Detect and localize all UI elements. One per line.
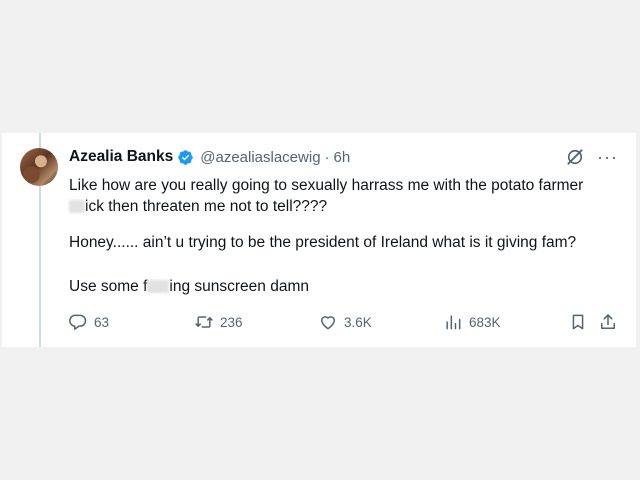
tweet-paragraph-1: Like how are you really going to sexuall… bbox=[69, 175, 583, 217]
avatar[interactable] bbox=[20, 148, 58, 186]
paragraph-3-start: Use some f bbox=[69, 278, 148, 295]
tweet-header: Azealia Banks @azealiaslacewig · 6h bbox=[69, 147, 350, 167]
bookmark-icon bbox=[572, 314, 584, 330]
share-button[interactable] bbox=[598, 312, 618, 332]
reply-icon bbox=[69, 314, 87, 330]
paragraph-1-line-2-text: ick then threaten me not to tell???? bbox=[85, 198, 328, 215]
share-icon bbox=[601, 314, 615, 329]
retweet-button[interactable]: 236 bbox=[194, 312, 243, 332]
views-icon bbox=[446, 315, 461, 330]
views-count: 683K bbox=[469, 314, 501, 330]
paragraph-1-line-1: Like how are you really going to sexuall… bbox=[69, 177, 584, 194]
tweet-paragraph-3: Use some f ing sunscreen damn bbox=[69, 276, 309, 297]
like-button[interactable]: 3.6K bbox=[318, 312, 372, 332]
retweet-icon bbox=[195, 316, 213, 328]
views-button[interactable]: 683K bbox=[443, 312, 501, 332]
user-handle[interactable]: @azealiaslacewig bbox=[200, 149, 320, 166]
grok-icon[interactable] bbox=[565, 147, 585, 167]
paragraph-1-line-2: ick then threaten me not to tell???? bbox=[69, 196, 583, 217]
verified-badge-icon bbox=[178, 149, 194, 165]
timestamp[interactable]: 6h bbox=[334, 149, 351, 166]
like-count: 3.6K bbox=[344, 314, 372, 330]
reply-button[interactable]: 63 bbox=[68, 312, 178, 332]
display-name[interactable]: Azealia Banks bbox=[69, 148, 173, 166]
paragraph-3-end: ing sunscreen damn bbox=[169, 278, 309, 295]
separator-dot: · bbox=[324, 148, 330, 166]
action-bar: 63 236 3.6K 683K bbox=[68, 311, 620, 333]
more-icon[interactable]: ··· bbox=[597, 148, 618, 166]
retweet-count: 236 bbox=[220, 314, 243, 330]
tweet-card[interactable]: Azealia Banks @azealiaslacewig · 6h ··· … bbox=[2, 133, 636, 347]
censor-blur bbox=[69, 200, 85, 214]
bookmark-button[interactable] bbox=[568, 312, 588, 332]
like-icon bbox=[321, 316, 335, 330]
tweet-paragraph-2: Honey...... ain’t u trying to be the pre… bbox=[69, 234, 577, 251]
header-icons: ··· bbox=[565, 147, 618, 167]
censor-blur bbox=[147, 280, 170, 294]
reply-count: 63 bbox=[94, 314, 110, 330]
